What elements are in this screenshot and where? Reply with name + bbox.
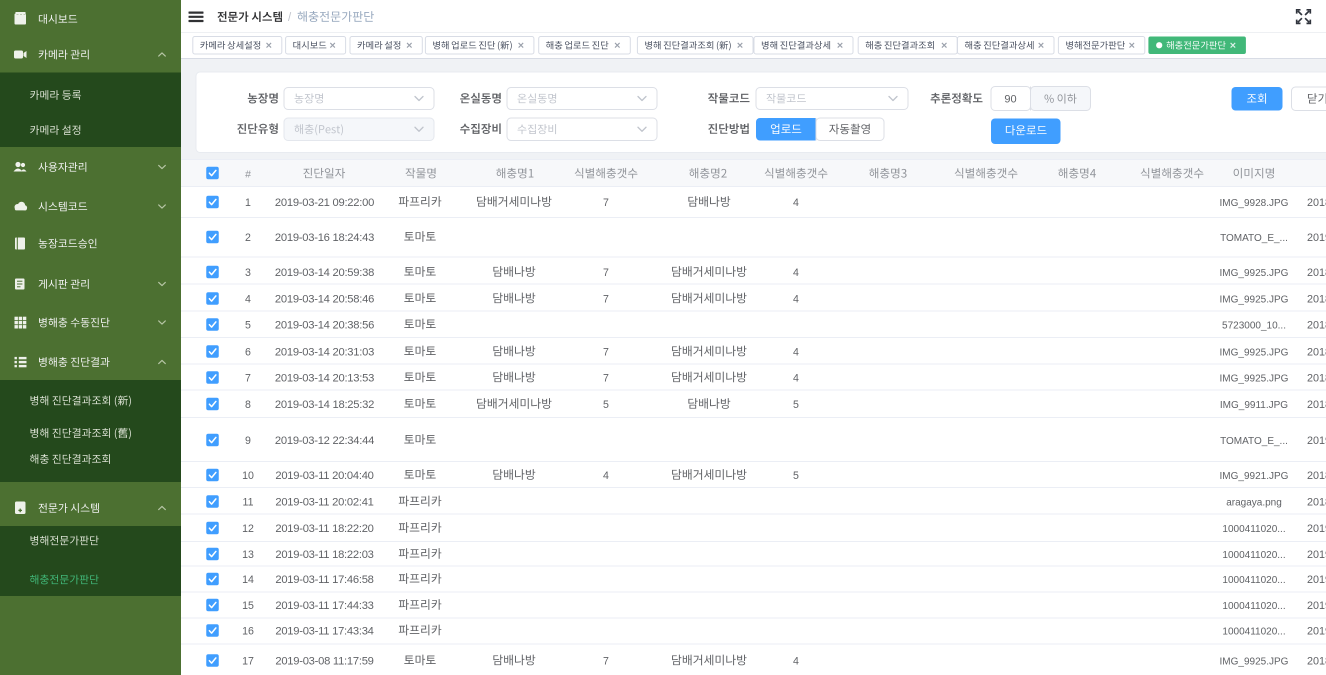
svg-text:5: 5 <box>603 399 609 411</box>
svg-text:2: 2 <box>245 232 251 244</box>
svg-text:17: 17 <box>242 655 254 667</box>
svg-text:1000411020...: 1000411020... <box>1222 575 1285 586</box>
svg-text:5: 5 <box>245 319 251 331</box>
svg-text:2019: 2019 <box>1307 625 1326 637</box>
svg-text:7: 7 <box>603 372 609 384</box>
svg-text:90: 90 <box>1004 94 1016 106</box>
svg-text:IMG_9928.JPG: IMG_9928.JPG <box>1220 198 1289 209</box>
svg-text:4: 4 <box>245 293 251 305</box>
svg-text:2018: 2018 <box>1307 372 1326 384</box>
svg-text:12: 12 <box>242 523 254 535</box>
svg-text:4: 4 <box>793 346 799 358</box>
svg-text:7: 7 <box>603 267 609 279</box>
svg-text:aragaya.png: aragaya.png <box>1226 497 1282 508</box>
svg-text:16: 16 <box>242 625 254 637</box>
svg-text:TOMATO_E_...: TOMATO_E_... <box>1220 436 1288 447</box>
svg-text:2018: 2018 <box>1307 470 1326 482</box>
svg-text:2019-03-16 18:24:43: 2019-03-16 18:24:43 <box>275 232 374 244</box>
svg-text:4: 4 <box>793 267 799 279</box>
svg-text:2018: 2018 <box>1307 319 1326 331</box>
svg-text:7: 7 <box>603 346 609 358</box>
svg-text:2019-03-14 20:38:56: 2019-03-14 20:38:56 <box>275 319 374 331</box>
svg-text:10: 10 <box>242 470 254 482</box>
svg-text:2019: 2019 <box>1307 523 1326 535</box>
svg-text:2018: 2018 <box>1307 399 1326 411</box>
svg-text:2019-03-08 11:17:59: 2019-03-08 11:17:59 <box>275 655 373 667</box>
svg-text:2019-03-12 22:34:44: 2019-03-12 22:34:44 <box>275 435 374 447</box>
svg-text:7: 7 <box>603 293 609 305</box>
svg-text:3: 3 <box>245 267 251 279</box>
svg-text:9: 9 <box>245 435 251 447</box>
svg-text:2019-03-11 18:22:20: 2019-03-11 18:22:20 <box>275 523 373 535</box>
svg-text:2019-03-21 09:22:00: 2019-03-21 09:22:00 <box>275 197 374 209</box>
svg-text:1000411020...: 1000411020... <box>1222 626 1285 637</box>
svg-text:7: 7 <box>603 197 609 209</box>
svg-text:IMG_9925.JPG: IMG_9925.JPG <box>1220 656 1289 667</box>
svg-text:4: 4 <box>793 293 799 305</box>
svg-text:IMG_9925.JPG: IMG_9925.JPG <box>1220 268 1289 279</box>
svg-text:7: 7 <box>603 655 609 667</box>
svg-text:2019-03-14 20:31:03: 2019-03-14 20:31:03 <box>275 346 374 358</box>
svg-text:2019-03-11 20:02:41: 2019-03-11 20:02:41 <box>275 496 373 508</box>
svg-text:2019-03-11 20:04:40: 2019-03-11 20:04:40 <box>275 470 373 482</box>
svg-text:1000411020...: 1000411020... <box>1222 601 1285 612</box>
svg-text:2019: 2019 <box>1307 549 1326 561</box>
svg-text:IMG_9921.JPG: IMG_9921.JPG <box>1220 471 1289 482</box>
svg-text:IMG_9925.JPG: IMG_9925.JPG <box>1220 347 1289 358</box>
svg-text:2018: 2018 <box>1307 655 1326 667</box>
svg-text:2018: 2018 <box>1307 293 1326 305</box>
svg-text:2019: 2019 <box>1307 600 1326 612</box>
svg-text:4: 4 <box>793 655 799 667</box>
svg-text:15: 15 <box>242 600 254 612</box>
svg-text:2019: 2019 <box>1307 435 1326 447</box>
svg-text:2019-03-11 18:22:03: 2019-03-11 18:22:03 <box>275 549 373 561</box>
svg-text:2018: 2018 <box>1307 346 1326 358</box>
svg-text:2019-03-11 17:46:58: 2019-03-11 17:46:58 <box>275 574 373 586</box>
svg-text:2019-03-11 17:43:34: 2019-03-11 17:43:34 <box>275 625 373 637</box>
svg-text:1000411020...: 1000411020... <box>1222 550 1285 561</box>
svg-text:IMG_9925.JPG: IMG_9925.JPG <box>1220 373 1289 384</box>
svg-text:2019: 2019 <box>1307 574 1326 586</box>
svg-text:IMG_9925.JPG: IMG_9925.JPG <box>1220 294 1289 305</box>
svg-text:4: 4 <box>793 372 799 384</box>
svg-text:2019-03-14 18:25:32: 2019-03-14 18:25:32 <box>275 399 374 411</box>
svg-text:4: 4 <box>793 197 799 209</box>
svg-text:6: 6 <box>245 346 251 358</box>
svg-text:2019-03-11 17:44:33: 2019-03-11 17:44:33 <box>275 600 373 612</box>
svg-text:1000411020...: 1000411020... <box>1222 524 1285 535</box>
svg-text:7: 7 <box>245 372 251 384</box>
svg-text:11: 11 <box>243 496 254 508</box>
svg-text:5723000_10...: 5723000_10... <box>1222 320 1286 331</box>
svg-text:TOMATO_E_...: TOMATO_E_... <box>1220 233 1288 244</box>
svg-text:5: 5 <box>793 470 799 482</box>
svg-text:2018: 2018 <box>1307 496 1326 508</box>
svg-text:2019-03-14 20:59:38: 2019-03-14 20:59:38 <box>275 267 374 279</box>
svg-text:8: 8 <box>245 399 251 411</box>
svg-text:13: 13 <box>242 549 254 561</box>
svg-text:2019: 2019 <box>1307 232 1326 244</box>
svg-text:14: 14 <box>242 574 254 586</box>
svg-text:2018: 2018 <box>1307 197 1326 209</box>
svg-text:4: 4 <box>603 470 609 482</box>
svg-text:2019-03-14 20:58:46: 2019-03-14 20:58:46 <box>275 293 374 305</box>
svg-text:1: 1 <box>245 197 251 209</box>
svg-text:IMG_9911.JPG: IMG_9911.JPG <box>1220 400 1288 411</box>
svg-text:5: 5 <box>793 399 799 411</box>
svg-text:2019-03-14 20:13:53: 2019-03-14 20:13:53 <box>275 372 374 384</box>
svg-text:2018: 2018 <box>1307 267 1326 279</box>
svg-text:#: # <box>245 169 251 181</box>
